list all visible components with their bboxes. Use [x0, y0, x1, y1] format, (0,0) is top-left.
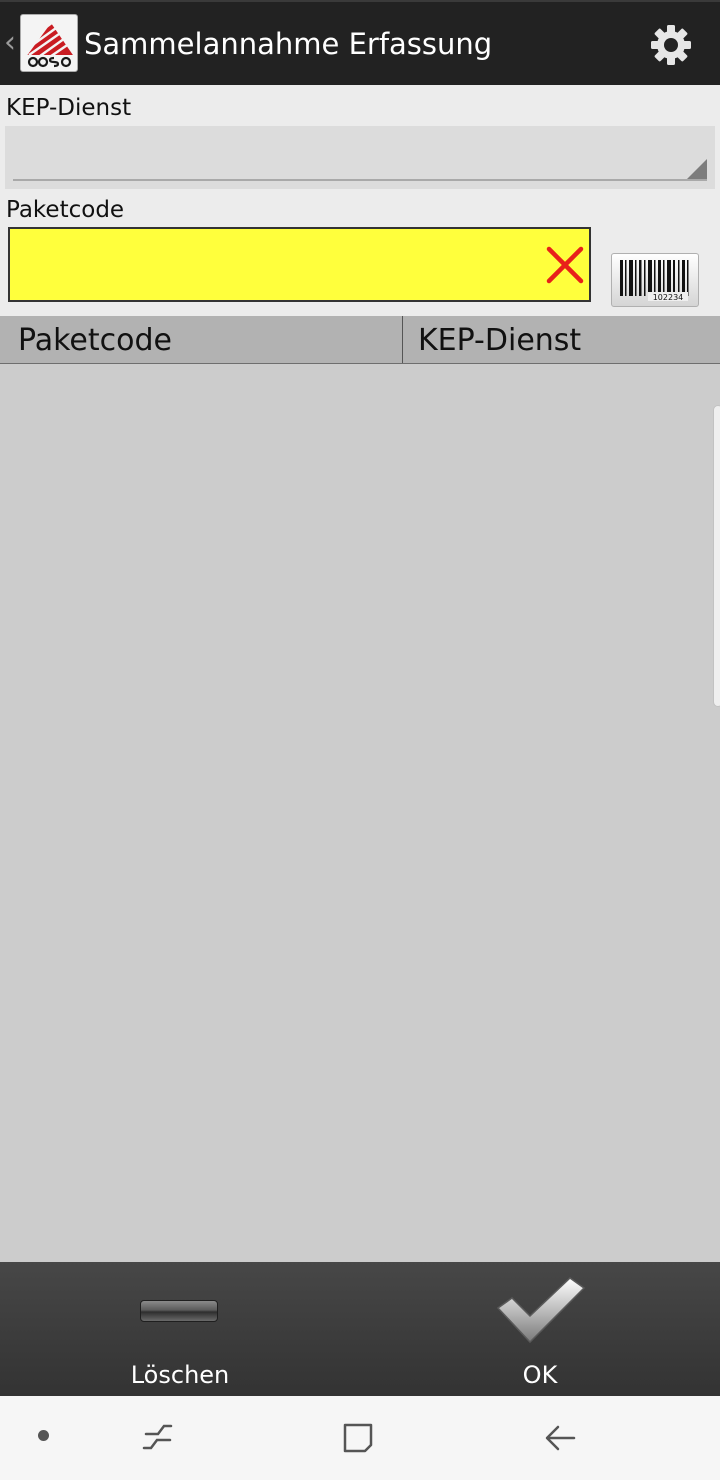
delete-button-label: Löschen — [130, 1361, 230, 1389]
table-header: Paketcode KEP-Dienst — [0, 316, 720, 364]
scrollbar-handle[interactable] — [713, 405, 720, 707]
package-list[interactable] — [0, 364, 720, 1262]
kep-dienst-dropdown[interactable] — [5, 126, 715, 189]
dropdown-underline — [13, 179, 707, 181]
column-header-paketcode[interactable]: Paketcode — [18, 316, 172, 363]
gear-icon[interactable] — [646, 20, 696, 70]
paketcode-input[interactable] — [8, 227, 591, 302]
checkmark-icon — [496, 1277, 586, 1344]
dropdown-arrow-icon — [687, 159, 707, 179]
barcode-caption: 102234 — [653, 293, 684, 302]
barcode-scan-button[interactable]: 102234 — [611, 253, 699, 307]
system-nav-bar — [0, 1396, 720, 1480]
capture-form: KEP-Dienst Paketcode 102234 — [0, 85, 720, 316]
barcode-icon: 102234 — [620, 260, 689, 302]
chevron-left-icon[interactable]: ‹ — [4, 28, 16, 58]
paketcode-label: Paketcode — [6, 197, 125, 223]
home-icon[interactable] — [338, 1418, 378, 1458]
column-header-kep-dienst[interactable]: KEP-Dienst — [418, 316, 581, 363]
page-title: Sammelannahme Erfassung — [84, 27, 493, 61]
action-bar: ‹ Sammelannahme Erfassung — [0, 0, 720, 85]
recents-icon[interactable] — [138, 1418, 178, 1458]
bottom-button-bar: Löschen OK — [0, 1262, 720, 1396]
minus-icon — [140, 1300, 218, 1322]
dot-icon[interactable] — [38, 1430, 49, 1441]
column-divider — [402, 316, 403, 363]
kep-dienst-label: KEP-Dienst — [6, 95, 132, 121]
app-logo-icon[interactable] — [20, 14, 78, 72]
close-icon[interactable] — [543, 243, 587, 287]
ok-button-label: OK — [522, 1361, 558, 1389]
delete-button[interactable]: Löschen — [0, 1262, 360, 1396]
ok-button[interactable]: OK — [360, 1262, 720, 1396]
back-arrow-icon[interactable] — [540, 1418, 580, 1458]
